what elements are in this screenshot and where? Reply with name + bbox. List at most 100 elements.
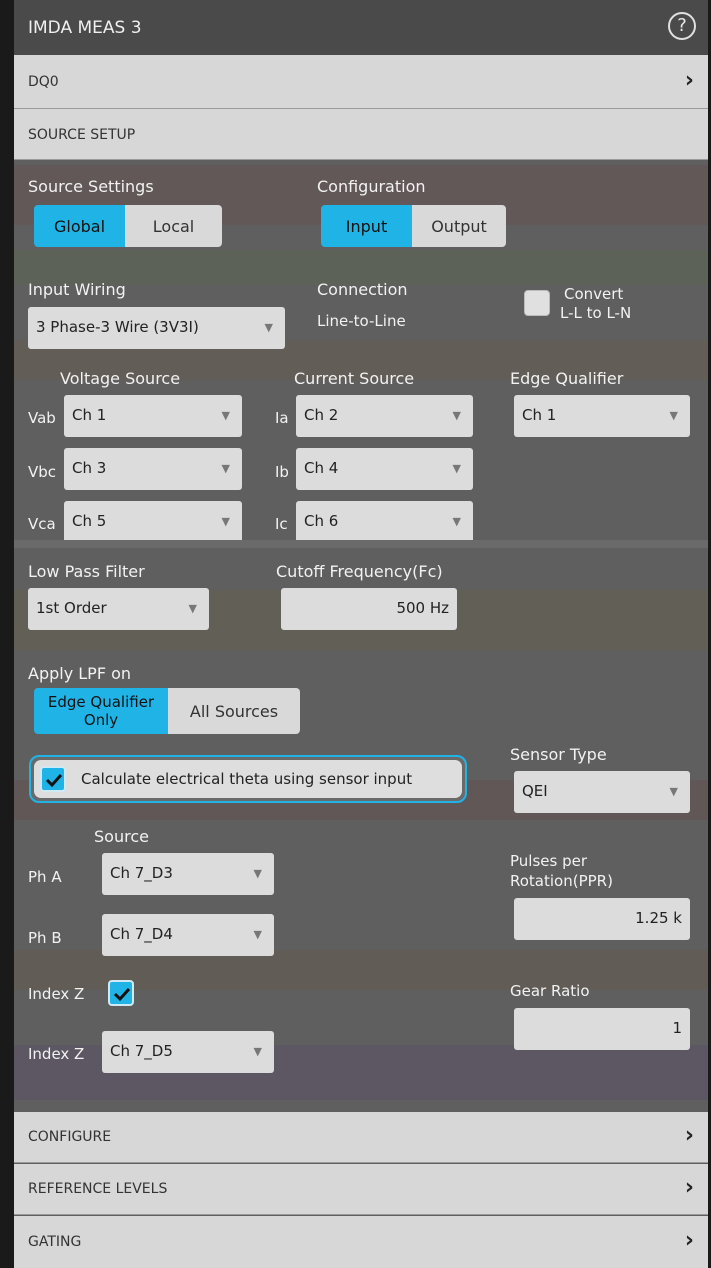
configuration-label: Configuration — [317, 177, 426, 196]
edge-qualifier-label: Edge Qualifier — [510, 369, 624, 388]
edge-qualifier-dropdown[interactable]: Ch 1 ▼ — [514, 395, 690, 437]
input-wiring-dropdown[interactable]: 3 Phase-3 Wire (3V3I) ▼ — [28, 307, 285, 349]
cutoff-frequency-input[interactable]: 500 Hz — [281, 588, 457, 630]
index-z-value: Ch 7_D5 — [110, 1042, 173, 1060]
theta-label: Calculate electrical theta using sensor … — [81, 770, 413, 788]
connection-value: Line-to-Line — [317, 312, 406, 330]
ppr-input[interactable]: 1.25 k — [514, 898, 690, 940]
chevron-down-icon: ▼ — [253, 1045, 262, 1058]
ia-dropdown[interactable]: Ch 2 ▼ — [296, 395, 473, 437]
ph-a-value: Ch 7_D3 — [110, 864, 173, 882]
ppr-label-line2: Rotation(PPR) — [510, 872, 613, 890]
theta-inner: Calculate electrical theta using sensor … — [34, 760, 462, 798]
ppr-label-line1: Pulses per — [510, 852, 587, 870]
ic-dropdown[interactable]: Ch 6 ▼ — [296, 501, 473, 543]
measurement-panel: IMDA MEAS 3 ? DQ0 › SOURCE SETUP Source … — [14, 0, 708, 1268]
gear-ratio-value: 1 — [672, 1019, 682, 1037]
chevron-down-icon: ▼ — [221, 462, 230, 475]
sensor-type-value: QEI — [522, 782, 548, 800]
reference-levels-label: REFERENCE LEVELS — [28, 1181, 168, 1197]
edge-qualifier-only-line2: Only — [83, 711, 119, 729]
chevron-right-icon: › — [684, 1228, 694, 1253]
ib-dropdown[interactable]: Ch 4 ▼ — [296, 448, 473, 490]
convert-label-line2: L-L to L-N — [560, 304, 632, 322]
title-bar: IMDA MEAS 3 ? — [14, 0, 708, 55]
ph-a-dropdown[interactable]: Ch 7_D3 ▼ — [102, 853, 274, 895]
chevron-down-icon: ▼ — [188, 602, 197, 615]
chevron-right-icon: › — [684, 1175, 694, 1200]
index-z-label: Index Z — [28, 1045, 85, 1063]
gating-section[interactable]: GATING › — [14, 1216, 708, 1268]
ph-b-dropdown[interactable]: Ch 7_D4 ▼ — [102, 914, 274, 956]
panel-title: IMDA MEAS 3 — [28, 18, 142, 38]
edge-qualifier-only-line1: Edge Qualifier — [47, 693, 155, 711]
current-source-label: Current Source — [294, 369, 415, 388]
source-setup-section[interactable]: SOURCE SETUP — [14, 109, 708, 160]
gear-ratio-input[interactable]: 1 — [514, 1008, 690, 1050]
vbc-label: Vbc — [28, 463, 57, 481]
sensor-type-label: Sensor Type — [510, 745, 607, 764]
configure-label: CONFIGURE — [28, 1129, 112, 1145]
edge-qualifier-only-option[interactable]: Edge Qualifier Only — [34, 688, 168, 734]
checkmark-icon — [45, 773, 63, 788]
low-pass-filter-label: Low Pass Filter — [28, 562, 145, 581]
source-settings-toggle: Global Local — [34, 205, 222, 247]
output-option[interactable]: Output — [412, 205, 506, 247]
ph-b-value: Ch 7_D4 — [110, 925, 173, 943]
apply-lpf-toggle: Edge Qualifier Only All Sources — [34, 688, 300, 734]
low-pass-filter-value: 1st Order — [36, 599, 107, 617]
source-setup-label: SOURCE SETUP — [28, 127, 136, 143]
vca-value: Ch 5 — [72, 512, 107, 530]
chevron-down-icon: ▼ — [669, 409, 678, 422]
ic-value: Ch 6 — [304, 512, 339, 530]
source-settings-label: Source Settings — [28, 177, 154, 196]
index-z-checkbox[interactable] — [108, 980, 134, 1006]
vca-dropdown[interactable]: Ch 5 ▼ — [64, 501, 242, 543]
ib-label: Ib — [275, 463, 289, 481]
local-option[interactable]: Local — [125, 205, 222, 247]
sensor-type-dropdown[interactable]: QEI ▼ — [514, 771, 690, 813]
ic-label: Ic — [275, 515, 288, 533]
index-z-enable-label: Index Z — [28, 985, 85, 1003]
chevron-down-icon: ▼ — [452, 462, 461, 475]
chevron-down-icon: ▼ — [264, 321, 273, 334]
configure-section[interactable]: CONFIGURE › — [14, 1112, 708, 1163]
gating-label: GATING — [28, 1234, 82, 1250]
vbc-dropdown[interactable]: Ch 3 ▼ — [64, 448, 242, 490]
vab-dropdown[interactable]: Ch 1 ▼ — [64, 395, 242, 437]
convert-checkbox[interactable] — [524, 290, 550, 316]
ia-value: Ch 2 — [304, 406, 339, 424]
input-wiring-value: 3 Phase-3 Wire (3V3I) — [36, 318, 199, 336]
all-sources-option[interactable]: All Sources — [168, 688, 300, 734]
chevron-down-icon: ▼ — [221, 409, 230, 422]
vab-value: Ch 1 — [72, 406, 107, 424]
ph-b-label: Ph B — [28, 929, 62, 947]
theta-container[interactable]: Calculate electrical theta using sensor … — [29, 755, 467, 803]
ppr-value: 1.25 k — [635, 909, 682, 927]
ia-label: Ia — [275, 409, 289, 427]
chevron-down-icon: ▼ — [221, 515, 230, 528]
dq0-section[interactable]: DQ0 › — [14, 55, 708, 109]
vab-label: Vab — [28, 409, 56, 427]
help-icon[interactable]: ? — [668, 12, 696, 40]
divider — [14, 540, 708, 548]
global-option[interactable]: Global — [34, 205, 125, 247]
reference-levels-section[interactable]: REFERENCE LEVELS › — [14, 1164, 708, 1215]
configuration-toggle: Input Output — [321, 205, 506, 247]
index-z-dropdown[interactable]: Ch 7_D5 ▼ — [102, 1031, 274, 1073]
source-label: Source — [94, 827, 149, 846]
chevron-right-icon: › — [684, 1123, 694, 1148]
chevron-down-icon: ▼ — [253, 867, 262, 880]
ib-value: Ch 4 — [304, 459, 339, 477]
chevron-down-icon: ▼ — [452, 409, 461, 422]
connection-label: Connection — [317, 280, 408, 299]
chevron-right-icon: › — [684, 68, 694, 93]
chevron-down-icon: ▼ — [253, 928, 262, 941]
chevron-down-icon: ▼ — [452, 515, 461, 528]
dq0-label: DQ0 — [28, 74, 59, 90]
theta-checkbox[interactable] — [40, 766, 66, 792]
low-pass-filter-dropdown[interactable]: 1st Order ▼ — [28, 588, 209, 630]
checkmark-icon — [113, 987, 131, 1002]
edge-qualifier-value: Ch 1 — [522, 406, 557, 424]
input-option[interactable]: Input — [321, 205, 412, 247]
